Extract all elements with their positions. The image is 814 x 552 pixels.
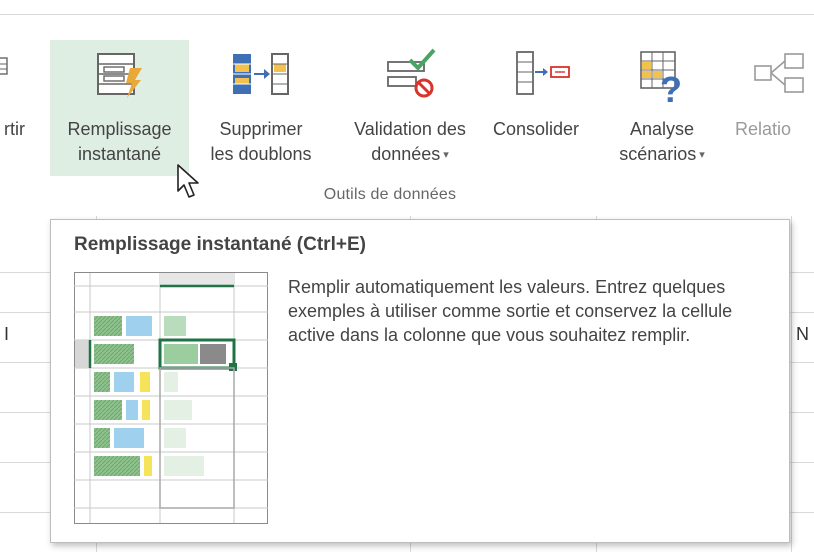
svg-text:?: ? — [660, 69, 682, 104]
flash-fill-tooltip: Remplissage instantané (Ctrl+E) Remplir … — [50, 219, 790, 543]
remove-duplicates-label-line2: les doublons — [210, 144, 312, 164]
data-validation-label-line1: Validation des — [354, 119, 466, 139]
remove-duplicates-label-line1: Supprimer — [219, 119, 303, 139]
tooltip-description: Remplir automatiquement les valeurs. Ent… — [288, 277, 733, 345]
what-if-analysis-button[interactable]: ? Analyse scénarios ▾ — [603, 40, 721, 176]
data-validation-icon — [384, 48, 440, 107]
partial-command-icon — [0, 48, 10, 91]
partial-command-label: rtir — [4, 119, 25, 139]
consolidate-icon — [511, 48, 573, 107]
flash-fill-label: Remplissage instantané — [50, 117, 189, 167]
remove-duplicates-button[interactable]: Supprimer les doublons — [191, 40, 331, 176]
flash-fill-icon — [94, 48, 146, 107]
consolidate-button[interactable]: Consolider — [489, 40, 583, 176]
data-validation-label: Validation des données ▾ — [334, 117, 486, 168]
flash-fill-illustration — [74, 272, 268, 529]
data-validation-label-line2: données — [371, 144, 441, 164]
tooltip-title: Remplissage instantané (Ctrl+E) — [74, 234, 366, 255]
group-label: Outils de données — [323, 186, 457, 203]
data-validation-button[interactable]: Validation des données ▾ — [334, 40, 486, 176]
ribbon: rtir Remplissage instantané Supprimer le… — [0, 0, 814, 217]
partial-command-left[interactable]: rtir — [0, 40, 44, 176]
mouse-cursor-icon — [176, 163, 202, 204]
what-if-analysis-icon: ? — [635, 48, 691, 111]
consolidate-label: Consolider — [492, 119, 580, 139]
what-if-analysis-label-line2: scénarios — [619, 144, 697, 164]
flash-fill-label-line1: Remplissage — [67, 119, 172, 139]
flash-fill-label-line2: instantané — [77, 144, 162, 164]
column-header-n[interactable]: N — [796, 324, 809, 345]
remove-duplicates-label: Supprimer les doublons — [191, 117, 331, 167]
what-if-analysis-label-line1: Analyse — [629, 119, 695, 139]
remove-duplicates-icon — [229, 48, 293, 107]
chevron-down-icon[interactable]: ▾ — [699, 149, 705, 161]
column-header-i[interactable]: I — [4, 324, 9, 345]
what-if-analysis-label: Analyse scénarios ▾ — [603, 117, 721, 168]
ribbon-divider — [0, 14, 814, 15]
relationships-button[interactable]: Relatio — [733, 40, 814, 176]
column-line — [791, 216, 792, 552]
flash-fill-button[interactable]: Remplissage instantané — [50, 40, 189, 176]
relationships-label: Relatio — [735, 119, 792, 139]
relationships-icon — [751, 48, 814, 107]
chevron-down-icon[interactable]: ▾ — [443, 149, 449, 161]
